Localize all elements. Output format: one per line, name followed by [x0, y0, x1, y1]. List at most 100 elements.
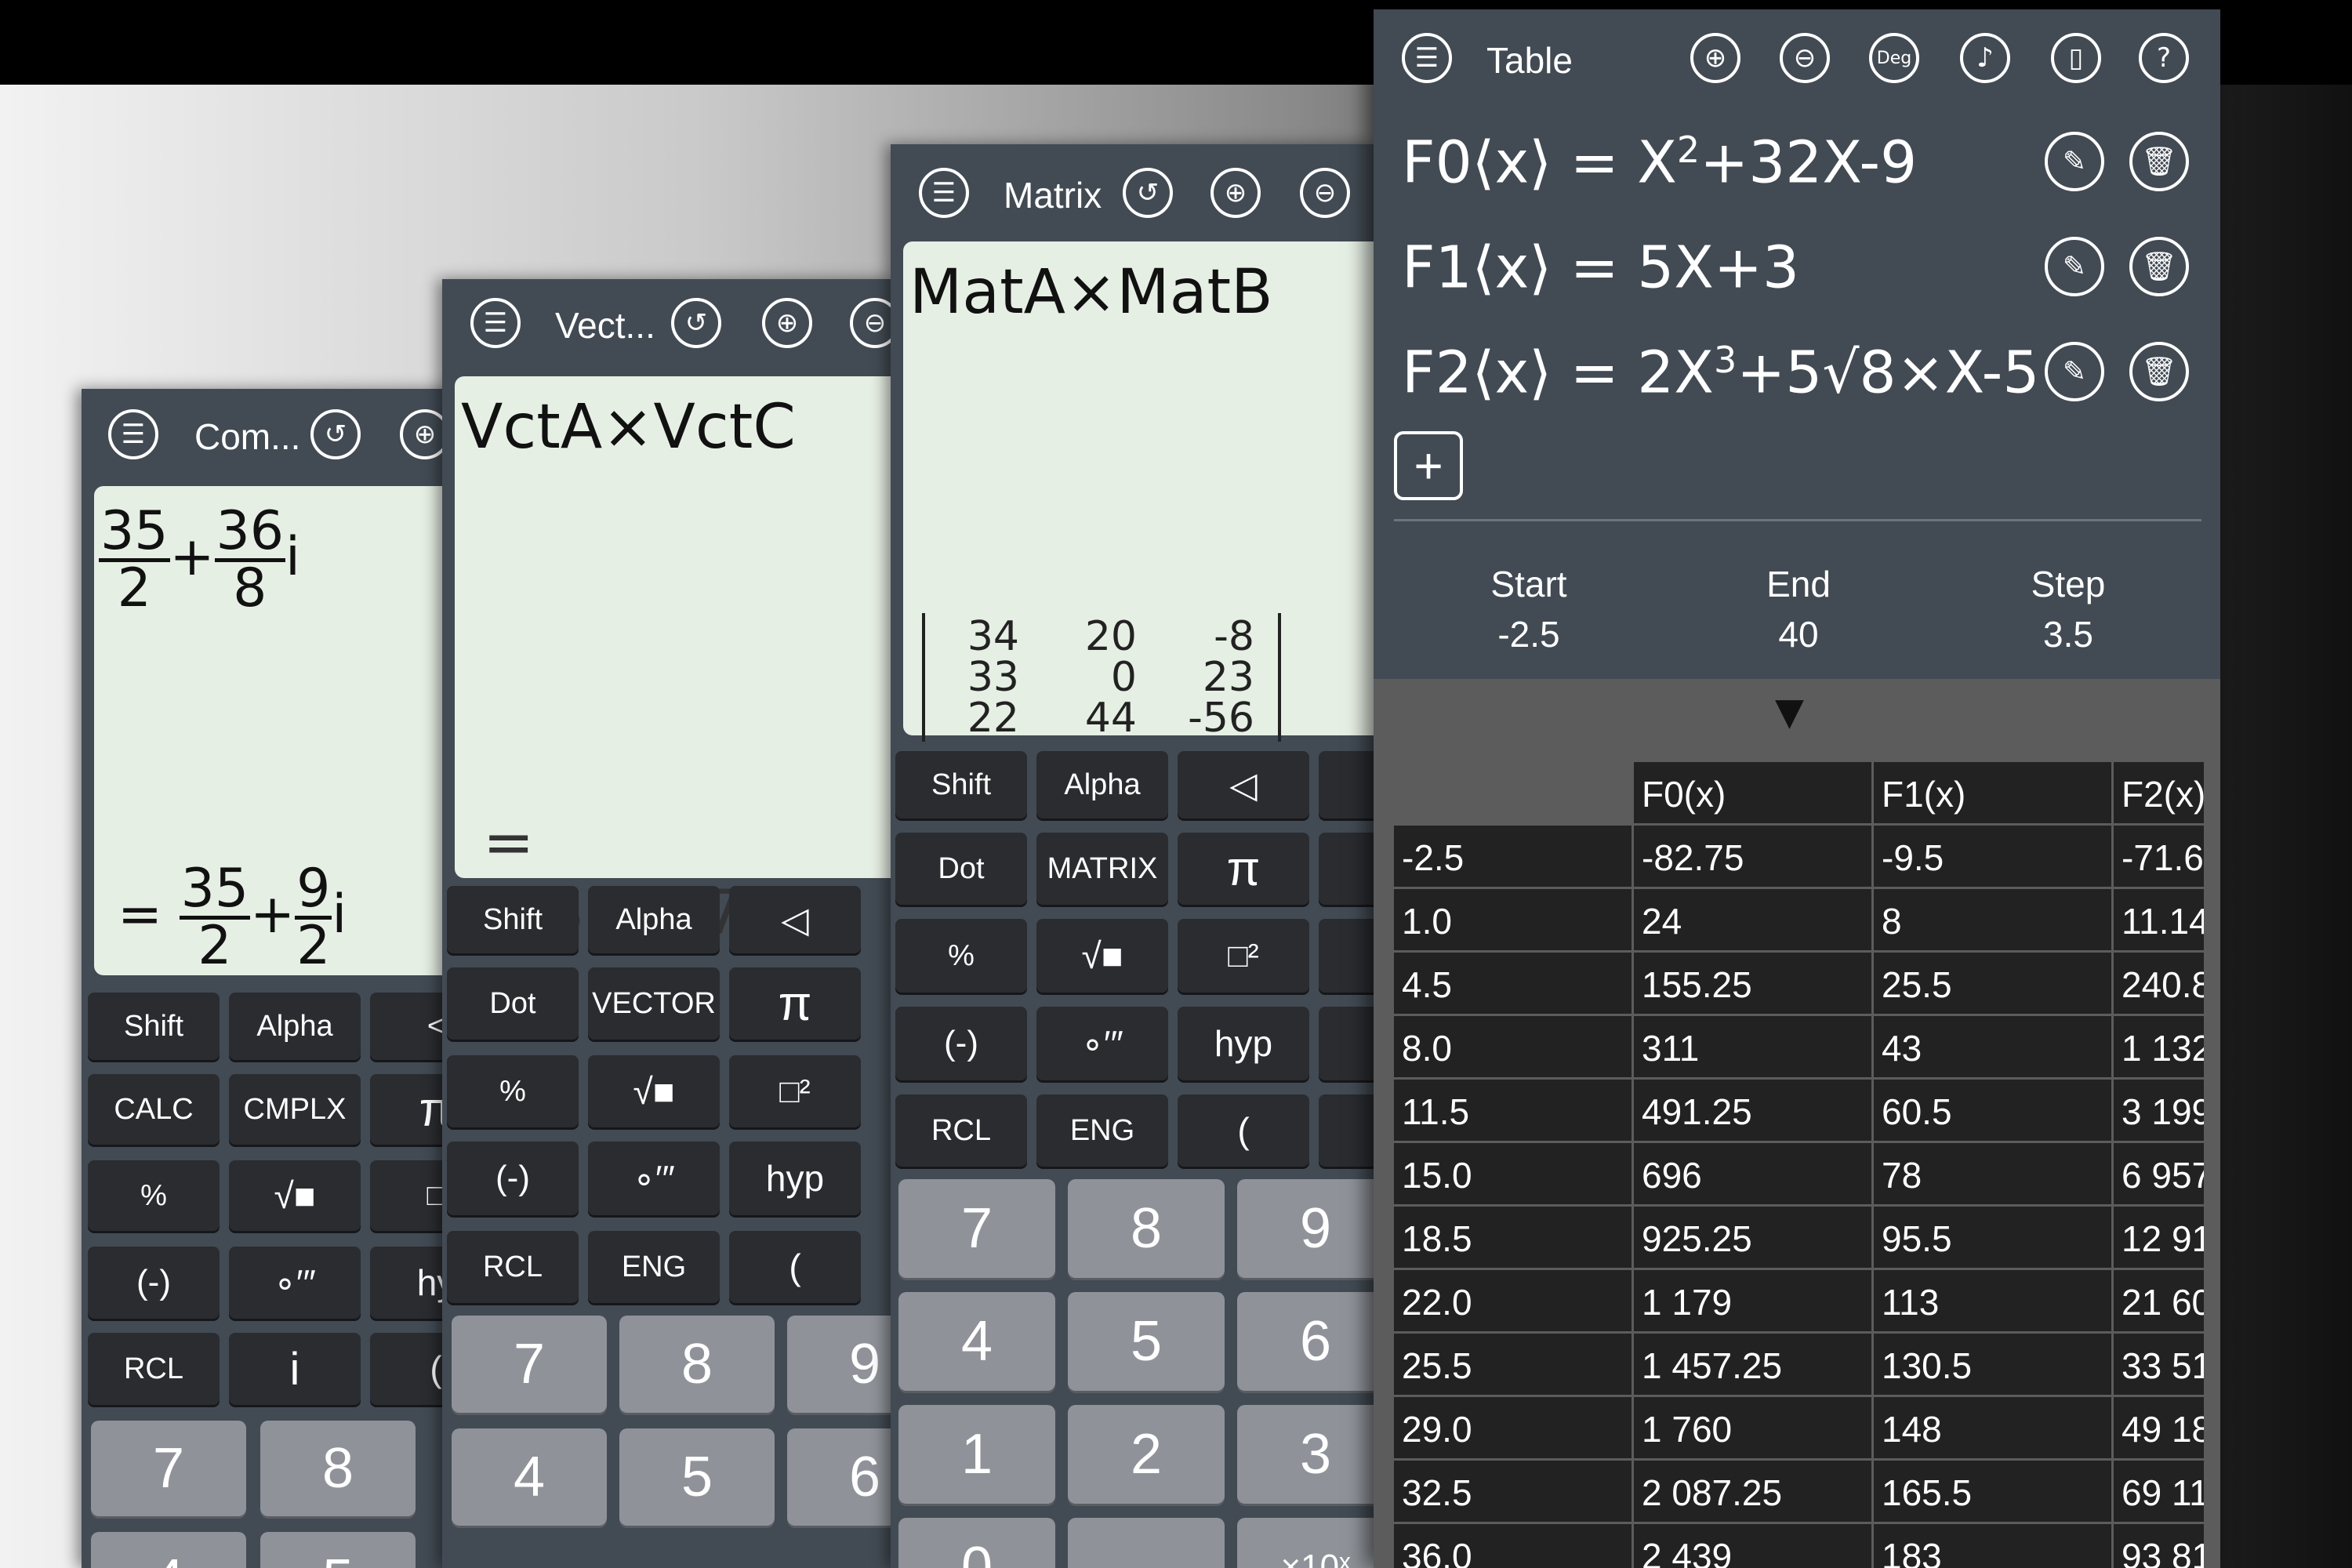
rcl-key[interactable]: RCL — [895, 1094, 1027, 1167]
imaginary-key[interactable]: i — [229, 1333, 361, 1405]
digit-8-key[interactable]: 8 — [619, 1316, 775, 1413]
open-paren-key[interactable]: ( — [1178, 1094, 1309, 1167]
digit-5-key[interactable]: 5 — [260, 1532, 416, 1568]
extra-key[interactable] — [1319, 751, 1377, 818]
digit-5-key[interactable]: 5 — [619, 1428, 775, 1526]
negative-key[interactable]: (-) — [88, 1247, 220, 1319]
shift-key[interactable]: Shift — [447, 886, 579, 953]
extra-key[interactable] — [1319, 1007, 1377, 1080]
angle-unit-button[interactable]: Deg — [1869, 33, 1919, 83]
degree-key[interactable]: ∘′″ — [588, 1142, 720, 1215]
menu-icon[interactable]: ☰ — [108, 409, 158, 459]
undo-icon[interactable]: ↺ — [310, 409, 361, 459]
table-cell: 240.8 — [2114, 953, 2204, 1014]
zoom-in-icon[interactable]: ⊕ — [1690, 33, 1740, 83]
digit-4-key[interactable]: 4 — [898, 1292, 1055, 1391]
extra-key[interactable] — [1319, 833, 1377, 905]
square-key[interactable]: □² — [1178, 919, 1309, 993]
sound-icon[interactable]: ♪ — [1960, 33, 2010, 83]
negative-key[interactable]: (-) — [447, 1142, 579, 1215]
sqrt-key[interactable]: √■ — [229, 1160, 361, 1231]
percent-key[interactable]: % — [895, 919, 1027, 993]
table-row: 15.0 696 78 6 957 — [1394, 1143, 2206, 1207]
edit-icon[interactable]: ✎ — [2045, 342, 2104, 401]
alpha-key[interactable]: Alpha — [1036, 751, 1168, 818]
sqrt-key[interactable]: √■ — [588, 1055, 720, 1127]
hyp-key[interactable]: hyp — [729, 1142, 861, 1215]
matrix-cell: 0 — [1110, 654, 1137, 701]
digit-8-key[interactable]: 8 — [1068, 1179, 1225, 1278]
step-value[interactable]: 3.5 — [1982, 613, 2154, 655]
zoom-out-icon[interactable]: ⊖ — [1780, 33, 1830, 83]
help-icon[interactable]: ? — [2139, 33, 2189, 83]
digit-3-key[interactable]: 3 — [1237, 1405, 1377, 1504]
table-cell: 165.5 — [1874, 1461, 2111, 1522]
delete-icon[interactable]: 🗑 — [2129, 342, 2189, 401]
digit-1-key[interactable]: 1 — [898, 1405, 1055, 1504]
undo-icon[interactable]: ↺ — [671, 298, 721, 348]
digit-9-key[interactable]: 9 — [787, 1316, 897, 1413]
menu-icon[interactable]: ☰ — [1402, 33, 1452, 83]
zoom-in-icon[interactable]: ⊕ — [1210, 168, 1261, 218]
digit-2-key[interactable]: 2 — [1068, 1405, 1225, 1504]
undo-icon[interactable]: ↺ — [1123, 168, 1173, 218]
menu-icon[interactable]: ☰ — [919, 168, 969, 218]
digit-4-key[interactable]: 4 — [91, 1532, 246, 1568]
edit-icon[interactable]: ✎ — [2045, 132, 2104, 191]
sqrt-key[interactable]: √■ — [1036, 919, 1168, 993]
digit-7-key[interactable]: 7 — [91, 1421, 246, 1516]
degree-key[interactable]: ∘′″ — [1036, 1007, 1168, 1080]
hyp-key[interactable]: hyp — [1178, 1007, 1309, 1080]
alpha-key[interactable]: Alpha — [588, 886, 720, 953]
pi-key[interactable]: π — [1178, 833, 1309, 905]
digit-8-key[interactable]: 8 — [260, 1421, 416, 1516]
extra-key[interactable] — [1319, 919, 1377, 993]
cmplx-key[interactable]: CMPLX — [229, 1074, 361, 1145]
eng-key[interactable]: ENG — [1036, 1094, 1168, 1167]
collapse-arrow-icon[interactable]: ▼ — [1775, 690, 1804, 734]
alpha-key[interactable]: Alpha — [229, 993, 361, 1060]
rcl-key[interactable]: RCL — [447, 1231, 579, 1303]
shift-key[interactable]: Shift — [88, 993, 220, 1060]
rcl-key[interactable]: RCL — [88, 1333, 220, 1405]
table-row: 29.0 1 760 148 49 18 — [1394, 1397, 2206, 1461]
digit-5-key[interactable]: 5 — [1068, 1292, 1225, 1391]
backspace-key[interactable]: ◁ — [1178, 751, 1309, 818]
extra-key[interactable] — [1319, 1094, 1377, 1167]
negative-key[interactable]: (-) — [895, 1007, 1027, 1080]
digit-7-key[interactable]: 7 — [452, 1316, 607, 1413]
digit-6-key[interactable]: 6 — [1237, 1292, 1377, 1391]
digit-6-key[interactable]: 6 — [787, 1428, 897, 1526]
add-function-button[interactable]: + — [1394, 431, 1463, 500]
dot-key[interactable]: Dot — [895, 833, 1027, 905]
edit-icon[interactable]: ✎ — [2045, 237, 2104, 296]
backspace-key[interactable]: ◁ — [729, 886, 861, 953]
digit-0-key[interactable]: 0 — [898, 1518, 1055, 1568]
zoom-in-icon[interactable]: ⊕ — [762, 298, 812, 348]
square-key[interactable]: □² — [729, 1055, 861, 1127]
shift-key[interactable]: Shift — [895, 751, 1027, 818]
times-ten-power-key[interactable]: ×10ˣ — [1237, 1518, 1377, 1568]
matrix-key[interactable]: MATRIX — [1036, 833, 1168, 905]
open-paren-key[interactable]: ( — [729, 1231, 861, 1303]
delete-icon[interactable]: 🗑 — [2129, 237, 2189, 296]
blank-key[interactable] — [1068, 1518, 1225, 1568]
delete-icon[interactable]: 🗑 — [2129, 132, 2189, 191]
start-value[interactable]: -2.5 — [1443, 613, 1615, 655]
vector-key[interactable]: VECTOR — [588, 967, 720, 1040]
percent-key[interactable]: % — [88, 1160, 220, 1231]
vibrate-icon[interactable]: ▯ — [2051, 33, 2101, 83]
pi-key[interactable]: π — [729, 967, 861, 1040]
degree-key[interactable]: ∘′″ — [229, 1247, 361, 1319]
menu-icon[interactable]: ☰ — [470, 298, 521, 348]
zoom-out-icon[interactable]: ⊖ — [1300, 168, 1350, 218]
end-value[interactable]: 40 — [1712, 613, 1885, 655]
digit-4-key[interactable]: 4 — [452, 1428, 607, 1526]
digit-9-key[interactable]: 9 — [1237, 1179, 1377, 1278]
digit-7-key[interactable]: 7 — [898, 1179, 1055, 1278]
eng-key[interactable]: ENG — [588, 1231, 720, 1303]
zoom-out-icon[interactable]: ⊖ — [850, 298, 897, 348]
percent-key[interactable]: % — [447, 1055, 579, 1127]
dot-key[interactable]: Dot — [447, 967, 579, 1040]
calc-key[interactable]: CALC — [88, 1074, 220, 1145]
